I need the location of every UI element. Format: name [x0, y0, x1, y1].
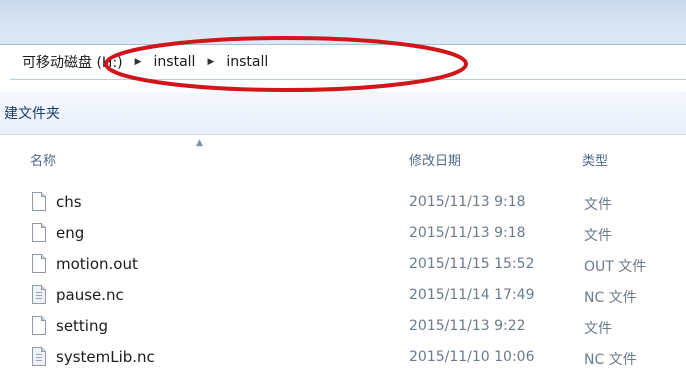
file-type: NC 文件 [584, 352, 637, 368]
column-header-name[interactable]: 名称 [30, 150, 56, 169]
sort-ascending-icon: ▲ [196, 138, 203, 148]
file-row[interactable]: motion.out 2015/11/15 15:52 OUT 文件 [0, 252, 686, 280]
file-date-modified: 2015/11/15 15:52 [409, 256, 535, 272]
blank-file-icon [32, 192, 46, 211]
command-bar: 建文件夹 [0, 92, 686, 135]
column-header-date-modified[interactable]: 修改日期 [409, 150, 461, 169]
column-header-row: ▲ 名称 修改日期 类型 [0, 134, 686, 182]
breadcrumb-separator-icon[interactable]: ▶ [135, 57, 142, 67]
file-name[interactable]: eng [56, 224, 84, 242]
text-file-icon [32, 285, 46, 304]
file-name[interactable]: chs [56, 193, 82, 211]
file-row[interactable]: systemLib.nc 2015/11/10 10:06 NC 文件 [0, 345, 686, 373]
blank-file-icon [32, 316, 46, 335]
file-row[interactable]: chs 2015/11/13 9:18 文件 [0, 190, 686, 218]
column-header-type[interactable]: 类型 [582, 150, 608, 169]
file-type: 文件 [584, 228, 612, 244]
file-date-modified: 2015/11/14 17:49 [409, 287, 535, 303]
file-date-modified: 2015/11/10 10:06 [409, 349, 535, 365]
window-title-band [0, 0, 686, 45]
file-name[interactable]: systemLib.nc [56, 348, 155, 366]
file-type: 文件 [584, 197, 612, 213]
file-date-modified: 2015/11/13 9:22 [409, 318, 526, 334]
address-bar[interactable]: 可移动磁盘 (H:) ▶ install ▶ install [10, 45, 686, 80]
new-folder-button[interactable]: 建文件夹 [4, 103, 60, 123]
file-date-modified: 2015/11/13 9:18 [409, 225, 526, 241]
file-date-modified: 2015/11/13 9:18 [409, 194, 526, 210]
blank-file-icon [32, 254, 46, 273]
blank-file-icon [32, 223, 46, 242]
breadcrumb-drive[interactable]: 可移动磁盘 (H:) [20, 52, 125, 72]
text-file-icon [32, 347, 46, 366]
file-row[interactable]: setting 2015/11/13 9:22 文件 [0, 314, 686, 342]
file-row[interactable]: pause.nc 2015/11/14 17:49 NC 文件 [0, 283, 686, 311]
file-type: NC 文件 [584, 290, 637, 306]
file-row[interactable]: eng 2015/11/13 9:18 文件 [0, 221, 686, 249]
file-type: OUT 文件 [584, 259, 647, 275]
breadcrumb-install-2[interactable]: install [224, 54, 270, 70]
breadcrumb-separator-icon[interactable]: ▶ [207, 57, 214, 67]
file-name[interactable]: motion.out [56, 255, 138, 273]
file-type: 文件 [584, 321, 612, 337]
file-name[interactable]: pause.nc [56, 286, 124, 304]
file-name[interactable]: setting [56, 317, 108, 335]
breadcrumb-install-1[interactable]: install [152, 54, 198, 70]
